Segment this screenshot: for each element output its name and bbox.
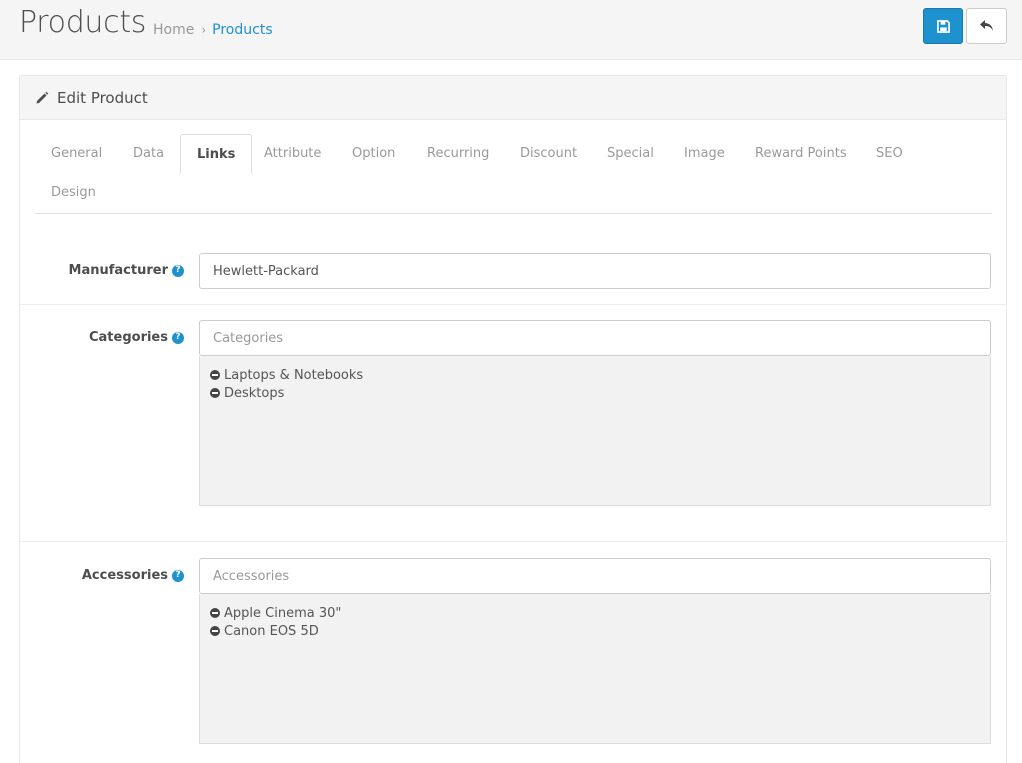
edit-product-panel: Edit Product General Data Links Attribut…	[19, 75, 1007, 763]
categories-placeholder: Categories	[213, 330, 284, 346]
question-circle-icon[interactable]: ?	[172, 264, 184, 277]
breadcrumb-products-link[interactable]: Products	[212, 22, 272, 38]
tab-recurring[interactable]: Recurring	[411, 134, 505, 173]
list-item: Canon EOS 5D	[210, 622, 980, 640]
tab-image[interactable]: Image	[668, 134, 741, 173]
panel-title: Edit Product	[57, 88, 148, 107]
tab-special[interactable]: Special	[591, 134, 670, 173]
accessories-row: Accessories ? Accessories Apple Cinema 3…	[20, 542, 1006, 763]
pencil-icon	[36, 91, 49, 103]
categories-input[interactable]: Categories	[199, 320, 991, 356]
tab-seo[interactable]: SEO	[860, 134, 919, 173]
page-header: Products Home › Products	[0, 0, 1022, 60]
accessories-input[interactable]: Accessories	[199, 558, 991, 594]
reply-arrow-icon	[979, 20, 993, 31]
accessories-placeholder: Accessories	[213, 568, 290, 584]
list-item: Desktops	[210, 384, 980, 402]
categories-label-text: Categories	[88, 330, 168, 345]
floppy-disk-icon	[936, 19, 950, 33]
manufacturer-label-text: Manufacturer	[68, 263, 168, 278]
back-button[interactable]	[966, 8, 1007, 44]
categories-label: Categories ?	[89, 330, 184, 345]
tab-general[interactable]: General	[35, 134, 118, 173]
minus-circle-icon[interactable]	[210, 626, 220, 636]
panel-heading: Edit Product	[20, 76, 1006, 120]
categories-row: Categories ? Categories Laptops & Notebo…	[20, 305, 1006, 542]
tab-links[interactable]: Links	[180, 134, 253, 174]
breadcrumb-separator: ›	[201, 23, 207, 37]
tab-bar: General Data Links Attribute Option Recu…	[35, 134, 992, 214]
minus-circle-icon[interactable]	[210, 608, 220, 618]
tab-attribute[interactable]: Attribute	[248, 134, 337, 173]
tab-reward-points[interactable]: Reward Points	[739, 134, 863, 173]
accessories-list: Apple Cinema 30" Canon EOS 5D	[199, 594, 991, 744]
accessories-label-text: Accessories	[81, 568, 168, 583]
accessory-label: Canon EOS 5D	[224, 623, 319, 639]
list-item: Apple Cinema 30"	[210, 604, 980, 622]
tab-design[interactable]: Design	[35, 173, 112, 212]
tab-option[interactable]: Option	[336, 134, 411, 173]
category-label: Desktops	[224, 385, 285, 401]
page-title: Products	[19, 5, 147, 40]
minus-circle-icon[interactable]	[210, 370, 220, 380]
question-circle-icon[interactable]: ?	[172, 569, 184, 582]
manufacturer-value: Hewlett-Packard	[213, 263, 319, 279]
tab-discount[interactable]: Discount	[504, 134, 593, 173]
manufacturer-row: Manufacturer ? Hewlett-Packard	[20, 236, 1006, 305]
accessory-label: Apple Cinema 30"	[224, 605, 342, 621]
breadcrumb-home-link[interactable]: Home	[153, 22, 194, 38]
accessories-label: Accessories ?	[82, 568, 184, 583]
breadcrumb: Home › Products	[153, 22, 273, 38]
category-label: Laptops & Notebooks	[224, 367, 364, 383]
manufacturer-label: Manufacturer ?	[69, 263, 184, 278]
list-item: Laptops & Notebooks	[210, 366, 980, 384]
manufacturer-input[interactable]: Hewlett-Packard	[199, 253, 991, 289]
save-button[interactable]	[923, 8, 963, 44]
minus-circle-icon[interactable]	[210, 388, 220, 398]
tab-data[interactable]: Data	[117, 134, 180, 173]
categories-list: Laptops & Notebooks Desktops	[199, 356, 991, 506]
question-circle-icon[interactable]: ?	[172, 331, 184, 344]
